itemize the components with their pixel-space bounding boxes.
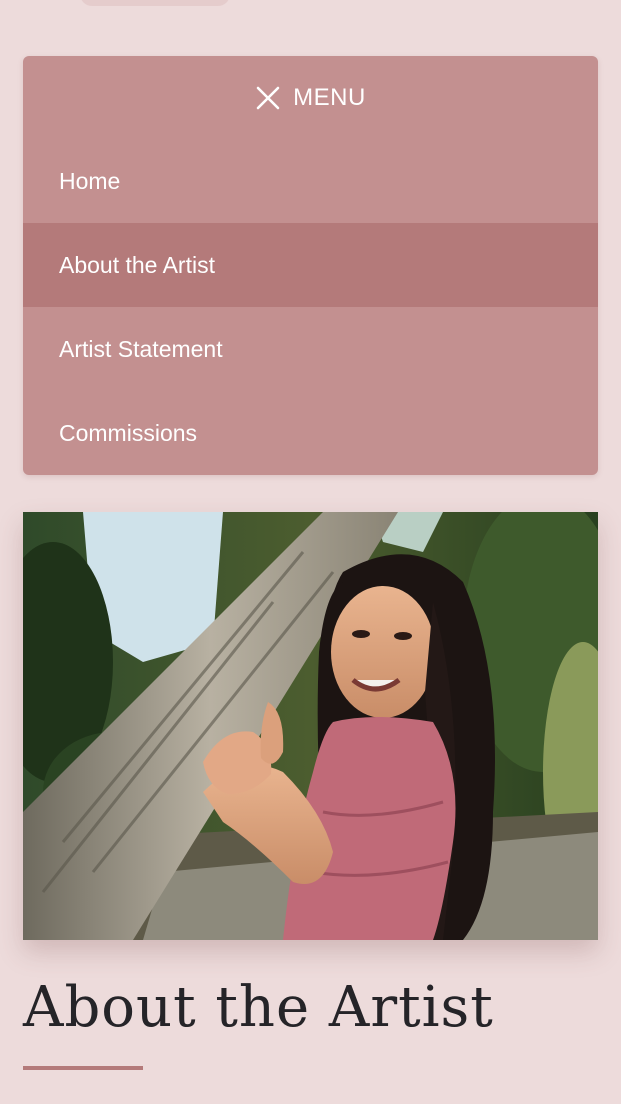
- page-title: About the Artist: [23, 975, 494, 1040]
- artist-photo: [23, 512, 598, 940]
- close-icon[interactable]: [255, 85, 281, 111]
- menu-item-artist-statement[interactable]: Artist Statement: [23, 307, 598, 391]
- menu-toggle-label: MENU: [293, 83, 366, 111]
- menu-list: Home About the Artist Artist Statement C…: [23, 139, 598, 475]
- menu-close-toggle[interactable]: MENU: [23, 56, 598, 139]
- menu-item-home[interactable]: Home: [23, 139, 598, 223]
- navigation-menu: MENU Home About the Artist Artist Statem…: [23, 56, 598, 475]
- header-logo-fragment: [80, 0, 230, 6]
- title-underline-divider: [23, 1066, 143, 1070]
- menu-item-about-the-artist[interactable]: About the Artist: [23, 223, 598, 307]
- menu-item-commissions[interactable]: Commissions: [23, 391, 598, 475]
